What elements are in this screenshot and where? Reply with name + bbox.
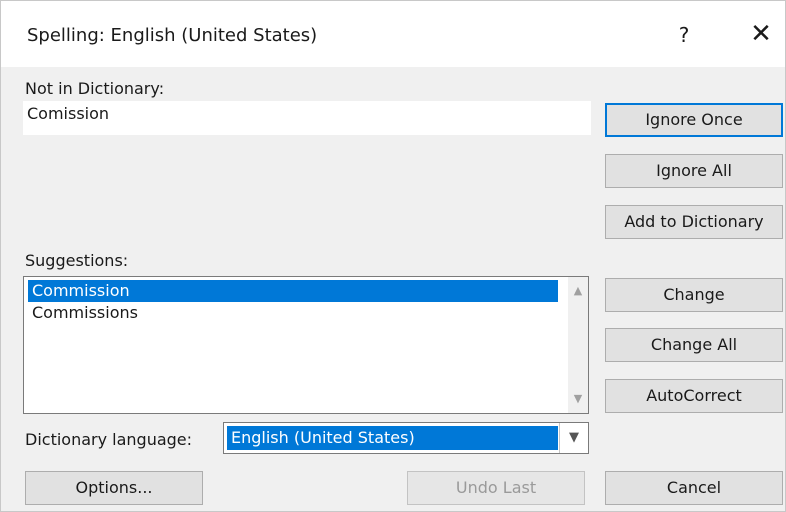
chevron-down-icon[interactable]: ▼ (559, 423, 588, 453)
dictionary-language-value: English (United States) (227, 426, 558, 450)
suggestions-label: Suggestions: (25, 251, 129, 270)
add-to-dictionary-button[interactable]: Add to Dictionary (605, 205, 783, 239)
scroll-down-icon[interactable]: ▼ (568, 389, 588, 409)
misspelled-word: Comission (27, 104, 110, 123)
close-icon[interactable]: ✕ (741, 17, 781, 51)
scroll-up-icon[interactable]: ▲ (568, 281, 588, 301)
help-icon[interactable]: ? (669, 19, 699, 51)
ignore-once-button[interactable]: Ignore Once (605, 103, 783, 137)
change-button[interactable]: Change (605, 278, 783, 312)
options-button[interactable]: Options... (25, 471, 203, 505)
dictionary-language-select[interactable]: English (United States) ▼ (223, 422, 589, 454)
dictionary-language-label: Dictionary language: (25, 430, 193, 449)
list-item[interactable]: Commission (28, 280, 558, 302)
dialog-title: Spelling: English (United States) (27, 25, 318, 46)
not-in-dictionary-label: Not in Dictionary: (25, 79, 165, 98)
autocorrect-button[interactable]: AutoCorrect (605, 379, 783, 413)
change-all-button[interactable]: Change All (605, 328, 783, 362)
title-bar: Spelling: English (United States) ? ✕ (1, 1, 785, 67)
not-in-dictionary-field[interactable]: Comission (23, 101, 591, 135)
ignore-all-button[interactable]: Ignore All (605, 154, 783, 188)
list-item[interactable]: Commissions (28, 302, 558, 324)
undo-last-button[interactable]: Undo Last (407, 471, 585, 505)
scrollbar[interactable]: ▲ ▼ (568, 277, 588, 413)
suggestions-list[interactable]: Commission Commissions ▲ ▼ (23, 276, 589, 414)
cancel-button[interactable]: Cancel (605, 471, 783, 505)
spelling-dialog: Spelling: English (United States) ? ✕ No… (0, 0, 786, 512)
